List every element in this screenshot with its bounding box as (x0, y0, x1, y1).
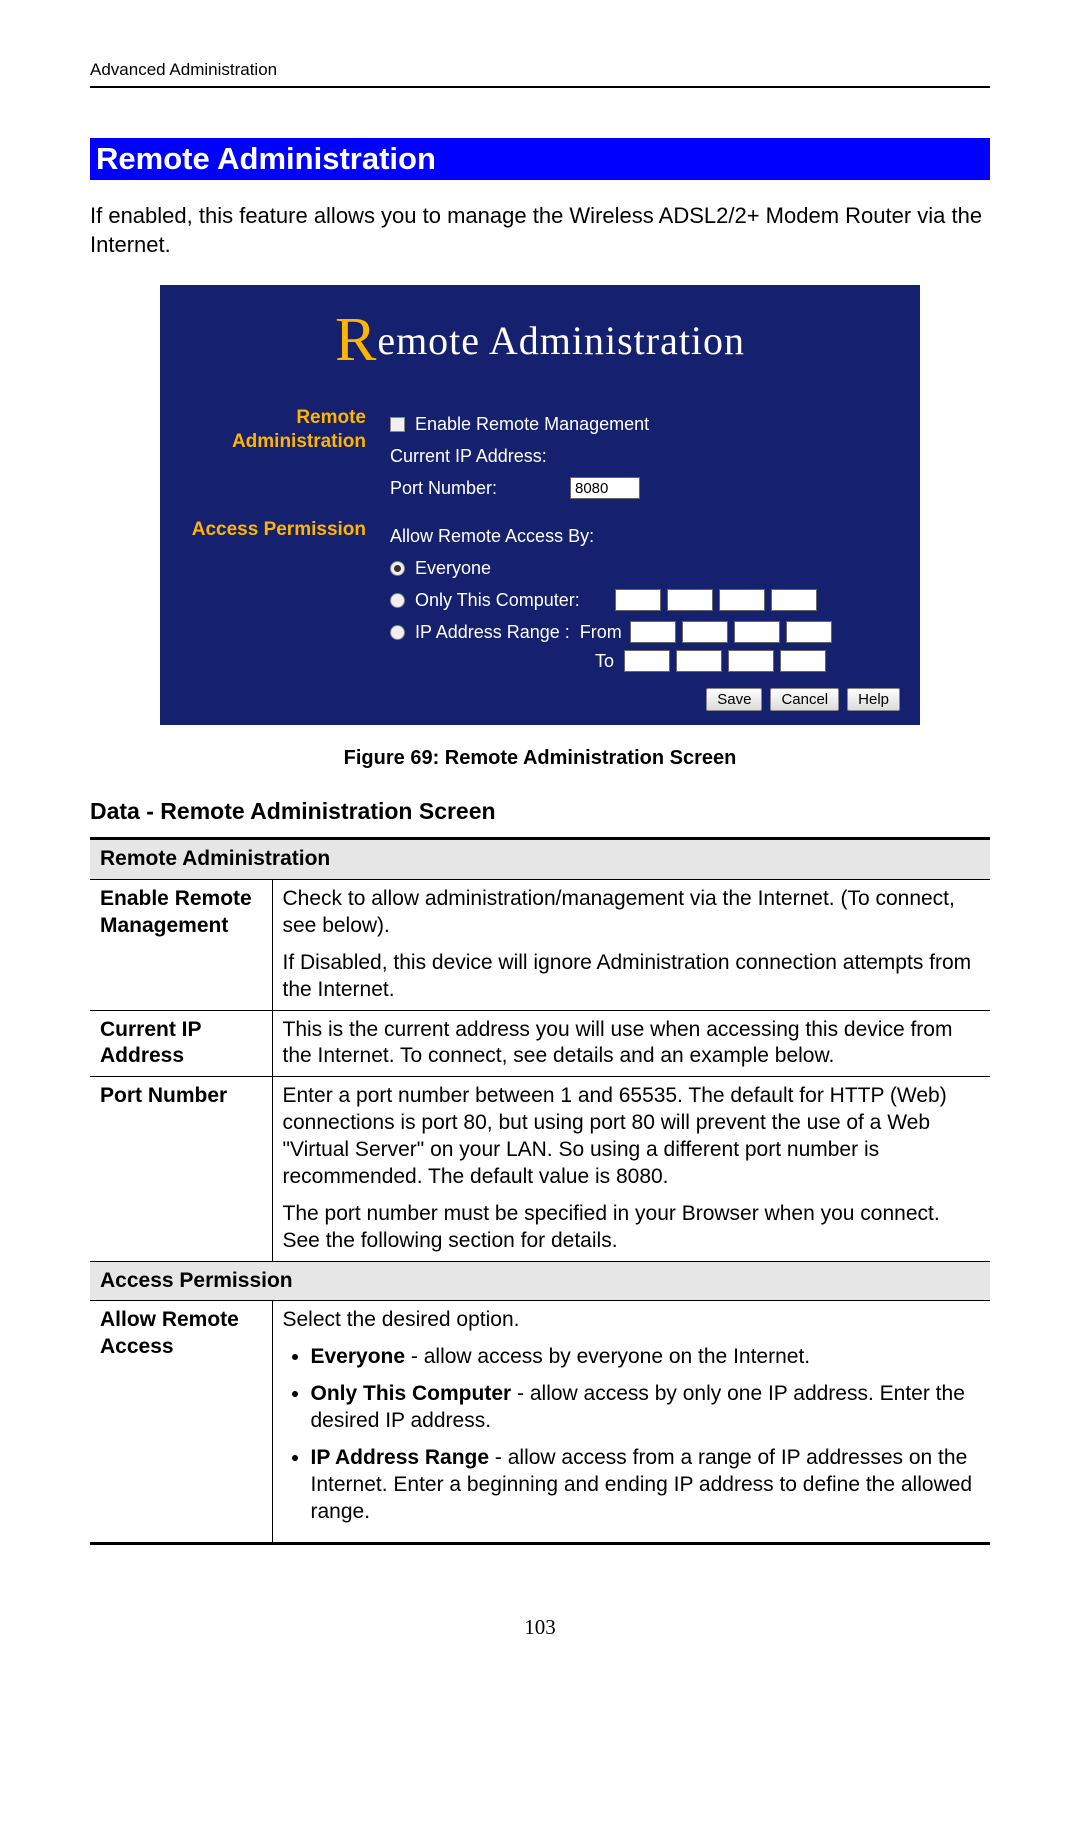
row-port-p1: Enter a port number between 1 and 65535.… (283, 1083, 981, 1191)
to-ip-oct2[interactable] (676, 650, 722, 672)
page-number: 103 (90, 1615, 990, 1640)
remote-admin-section-label: Remote Administration (160, 404, 380, 508)
to-label: To (574, 651, 614, 672)
to-ip-oct3[interactable] (728, 650, 774, 672)
current-ip-label: Current IP Address: (390, 446, 560, 467)
only-ip-oct2[interactable] (667, 589, 713, 611)
radio-only-this[interactable] (390, 593, 405, 608)
from-ip-oct3[interactable] (734, 621, 780, 643)
radio-ip-range-label: IP Address Range : (415, 622, 570, 643)
section-title: Remote Administration (90, 138, 990, 180)
row-port-label: Port Number (90, 1077, 272, 1261)
running-header: Advanced Administration (90, 60, 990, 88)
row-enable-p2: If Disabled, this device will ignore Adm… (283, 950, 981, 1004)
row-port-p2: The port number must be specified in you… (283, 1201, 981, 1255)
title-initial: R (335, 306, 377, 374)
enable-remote-label: Enable Remote Management (415, 414, 649, 435)
data-table: Remote Administration Enable Remote Mana… (90, 837, 990, 1544)
row-allow-intro: Select the desired option. (283, 1307, 981, 1334)
title-rest: emote Administration (377, 318, 745, 363)
category-remote-admin: Remote Administration (90, 839, 990, 880)
radio-only-this-label: Only This Computer: (415, 590, 605, 611)
router-screenshot: Remote Administration Remote Administrat… (160, 285, 920, 725)
figure-caption: Figure 69: Remote Administration Screen (90, 747, 990, 770)
port-number-input[interactable] (570, 477, 640, 499)
row-ip-label: Current IP Address (90, 1010, 272, 1077)
from-ip-oct1[interactable] (630, 621, 676, 643)
bullet-everyone: Everyone - allow access by everyone on t… (311, 1344, 981, 1371)
row-enable-p1: Check to allow administration/management… (283, 886, 981, 940)
bullet-ip-range: IP Address Range - allow access from a r… (311, 1445, 981, 1526)
row-enable-label: Enable Remote Management (90, 880, 272, 1011)
to-ip-oct1[interactable] (624, 650, 670, 672)
from-label: From (580, 622, 620, 643)
from-ip-oct4[interactable] (786, 621, 832, 643)
enable-remote-checkbox[interactable] (390, 417, 405, 432)
category-access-permission: Access Permission (90, 1261, 990, 1301)
row-ip-p1: This is the current address you will use… (283, 1017, 981, 1071)
data-subheading: Data - Remote Administration Screen (90, 798, 990, 825)
allow-remote-access-label: Allow Remote Access By: (390, 526, 594, 547)
access-permission-section-label: Access Permission (160, 508, 380, 678)
row-allow-label: Allow Remote Access (90, 1301, 272, 1543)
help-button[interactable]: Help (847, 688, 900, 711)
bullet-only-this: Only This Computer - allow access by onl… (311, 1381, 981, 1435)
screenshot-title: Remote Administration (160, 285, 920, 404)
only-ip-oct1[interactable] (615, 589, 661, 611)
save-button[interactable]: Save (706, 688, 762, 711)
cancel-button[interactable]: Cancel (770, 688, 839, 711)
radio-ip-range[interactable] (390, 625, 405, 640)
radio-everyone-label: Everyone (415, 558, 491, 579)
only-ip-oct3[interactable] (719, 589, 765, 611)
intro-paragraph: If enabled, this feature allows you to m… (90, 202, 990, 259)
from-ip-oct2[interactable] (682, 621, 728, 643)
port-number-label: Port Number: (390, 478, 560, 499)
radio-everyone[interactable] (390, 561, 405, 576)
to-ip-oct4[interactable] (780, 650, 826, 672)
only-ip-oct4[interactable] (771, 589, 817, 611)
